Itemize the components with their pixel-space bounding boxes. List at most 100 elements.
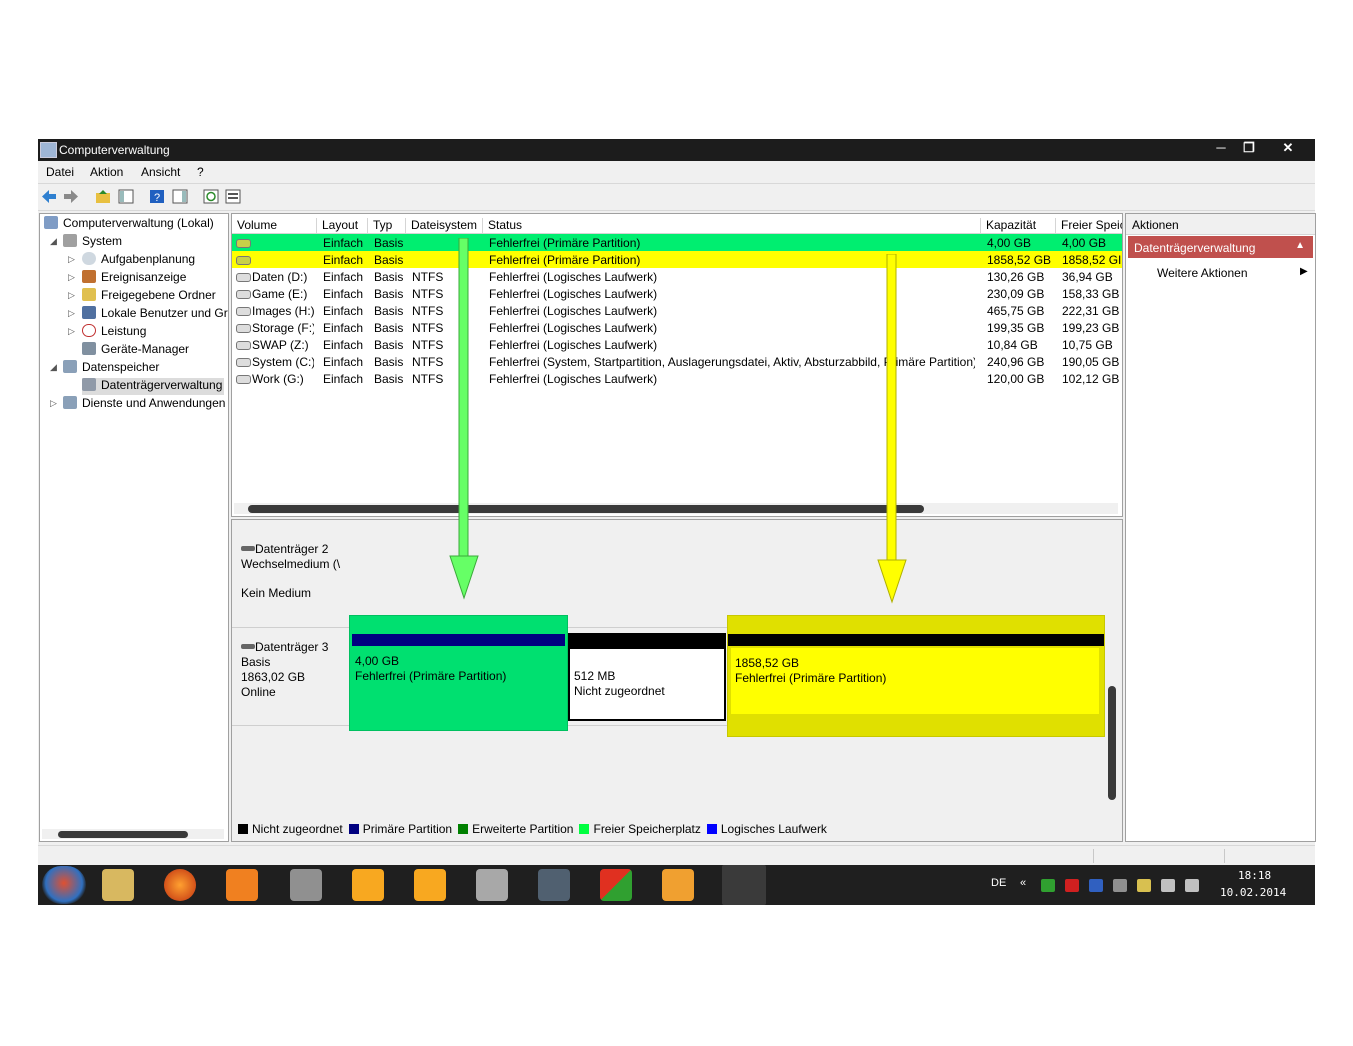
action-pane-icon[interactable] <box>172 189 188 204</box>
legend-swatch <box>348 824 359 834</box>
disk2-info[interactable]: Datenträger 2 Wechselmedium (\ Kein Medi… <box>232 542 349 601</box>
collapse-arrow-icon[interactable]: ◢ <box>50 236 57 247</box>
computer-management-task[interactable] <box>722 865 766 905</box>
partition-status: Fehlerfrei (Primäre Partition) <box>735 671 887 685</box>
sync-icon[interactable] <box>226 869 258 901</box>
device-manager-icon <box>82 342 96 355</box>
explorer-icon[interactable] <box>102 869 134 901</box>
outlook-icon[interactable] <box>662 869 694 901</box>
properties-icon[interactable] <box>225 189 241 204</box>
tree-datenspeicher[interactable]: ◢ Datenspeicher <box>50 360 159 377</box>
cell-typ: Basis <box>374 338 404 352</box>
forward-arrow-icon[interactable] <box>63 189 79 204</box>
partition-4gb[interactable]: 4,00 GB Fehlerfrei (Primäre Partition) <box>349 615 568 731</box>
task-manager-icon[interactable] <box>538 869 570 901</box>
legend-swatch <box>458 824 469 834</box>
expand-arrow-icon[interactable]: ▷ <box>68 290 75 301</box>
tree-aufgabenplanung[interactable]: ▷ Aufgabenplanung <box>68 252 195 269</box>
expand-arrow-icon[interactable]: ▷ <box>68 272 75 283</box>
partition-1858gb[interactable]: 1858,52 GB Fehlerfrei (Primäre Partition… <box>727 615 1105 737</box>
tree-root[interactable]: Computerverwaltung (Lokal) <box>44 216 214 233</box>
tree-system[interactable]: ◢ System <box>50 234 122 251</box>
disk-graphical-pane: Datenträger 2 Wechselmedium (\ Kein Medi… <box>231 519 1123 842</box>
expand-arrow-icon[interactable]: ▷ <box>68 308 75 319</box>
partition-status: Nicht zugeordnet <box>574 684 665 698</box>
tree-freigegebene-ordner[interactable]: ▷ Freigegebene Ordner <box>68 288 216 305</box>
close-button[interactable]: ✕ <box>1277 140 1299 156</box>
disk-tool-icon[interactable] <box>290 869 322 901</box>
menu-aktion[interactable]: Aktion <box>90 165 123 179</box>
disk3-info[interactable]: Datenträger 3 Basis 1863,02 GB Online <box>232 640 349 700</box>
collapse-section-icon[interactable]: ▲ <box>1295 240 1305 251</box>
tools-icon <box>63 234 77 247</box>
col-kapazitaet[interactable]: Kapazität <box>981 218 1056 233</box>
clock-time[interactable]: 18:18 <box>1238 869 1271 882</box>
col-dateisystem[interactable]: Dateisystem <box>406 218 483 233</box>
drive-icon[interactable] <box>476 869 508 901</box>
cell-free: 190,05 GB <box>1062 355 1120 369</box>
tray-lock-icon[interactable] <box>1089 879 1103 892</box>
scrollbar-thumb[interactable] <box>58 831 188 838</box>
expand-arrow-icon[interactable]: ▷ <box>50 398 57 409</box>
col-typ[interactable]: Typ <box>368 218 406 233</box>
scrollbar-thumb[interactable] <box>248 505 924 513</box>
volume-row[interactable]: Images (H:) Einfach Basis NTFS Fehlerfrei (L… <box>232 302 1122 319</box>
menu-ansicht[interactable]: Ansicht <box>141 165 180 179</box>
restore-button[interactable]: ❐ <box>1238 140 1260 156</box>
windows-flag-icon[interactable] <box>600 869 632 901</box>
disk-pane-vertical-scrollbar[interactable] <box>1107 526 1117 816</box>
cell-cap: 465,75 GB <box>987 304 1045 318</box>
volume-row[interactable]: SWAP (Z:) Einfach Basis NTFS Fehlerfrei (Log… <box>232 336 1122 353</box>
firefox-icon[interactable] <box>164 869 196 901</box>
tree-horizontal-scrollbar[interactable] <box>42 829 224 839</box>
language-indicator[interactable]: DE <box>991 877 1006 889</box>
cell-layout: Einfach <box>323 338 364 352</box>
scrollbar-thumb[interactable] <box>1108 686 1116 800</box>
tray-device-icon[interactable] <box>1113 879 1127 892</box>
col-freier-speicher[interactable]: Freier Speic <box>1056 218 1122 233</box>
partition-512mb[interactable]: 512 MB Nicht zugeordnet <box>568 633 726 721</box>
volume-row[interactable]: Einfach Basis Fehlerfrei (Primäre Partitio… <box>232 234 1122 251</box>
start-button[interactable] <box>42 866 86 904</box>
expand-arrow-icon[interactable]: ▷ <box>68 254 75 265</box>
weitere-aktionen-link[interactable]: Weitere Aktionen <box>1157 266 1248 280</box>
volume-row[interactable]: Daten (D:) Einfach Basis NTFS Fehlerfrei (Lo… <box>232 268 1122 285</box>
volume-row[interactable]: System (C:) Einfach Basis NTFS Fehlerfrei (S… <box>232 353 1122 370</box>
volume-row[interactable]: Game (E:) Einfach Basis NTFS Fehlerfrei (Log… <box>232 285 1122 302</box>
menu-datei[interactable]: Datei <box>46 165 74 179</box>
collapse-arrow-icon[interactable]: ◢ <box>50 362 57 373</box>
show-hidden-icons-icon[interactable]: « <box>1020 877 1026 889</box>
menu-help[interactable]: ? <box>197 165 204 179</box>
up-folder-icon[interactable] <box>95 189 111 204</box>
folder-icon[interactable] <box>352 869 384 901</box>
clock-date[interactable]: 10.02.2014 <box>1220 886 1286 899</box>
volume-list: Volume Layout Typ Dateisystem Status Kap… <box>231 213 1123 517</box>
col-volume[interactable]: Volume <box>232 218 317 233</box>
tray-volume-icon[interactable] <box>1185 879 1199 892</box>
refresh-icon[interactable] <box>203 189 219 204</box>
tree-leistung[interactable]: ▷ Leistung <box>68 324 146 341</box>
show-hide-tree-icon[interactable] <box>118 189 134 204</box>
tray-check-icon[interactable] <box>1041 879 1055 892</box>
tree-ereignisanzeige[interactable]: ▷ Ereignisanzeige <box>68 270 186 287</box>
col-status[interactable]: Status <box>483 218 981 233</box>
tray-network-icon[interactable] <box>1161 879 1175 892</box>
back-arrow-icon[interactable] <box>41 189 57 204</box>
tree-dienste[interactable]: ▷ Dienste und Anwendungen <box>50 396 225 413</box>
tray-clipboard-icon[interactable] <box>1137 879 1151 892</box>
volume-row[interactable]: Einfach Basis Fehlerfrei (Primäre Partitio… <box>232 251 1122 268</box>
actions-section-datentraegerverwaltung[interactable]: Datenträgerverwaltung ▲ <box>1128 236 1313 258</box>
minimize-button[interactable]: ─ <box>1210 140 1232 155</box>
tree-datentraegerverwaltung[interactable]: Datenträgerverwaltung <box>82 378 225 395</box>
volume-row[interactable]: Work (G:) Einfach Basis NTFS Fehlerfrei (Log… <box>232 370 1122 387</box>
folder-icon[interactable] <box>414 869 446 901</box>
help-icon[interactable]: ? <box>149 189 165 204</box>
tree-lokale-benutzer[interactable]: ▷ Lokale Benutzer und Gr <box>68 306 228 323</box>
volume-row[interactable]: Storage (F:) Einfach Basis NTFS Fehlerfrei (… <box>232 319 1122 336</box>
cell-typ: Basis <box>374 270 404 284</box>
tree-geraete-manager[interactable]: Geräte-Manager <box>82 342 189 359</box>
volume-list-horizontal-scrollbar[interactable] <box>234 503 1118 514</box>
tray-antivirus-icon[interactable] <box>1065 879 1079 892</box>
expand-arrow-icon[interactable]: ▷ <box>68 326 75 337</box>
col-layout[interactable]: Layout <box>317 218 368 233</box>
